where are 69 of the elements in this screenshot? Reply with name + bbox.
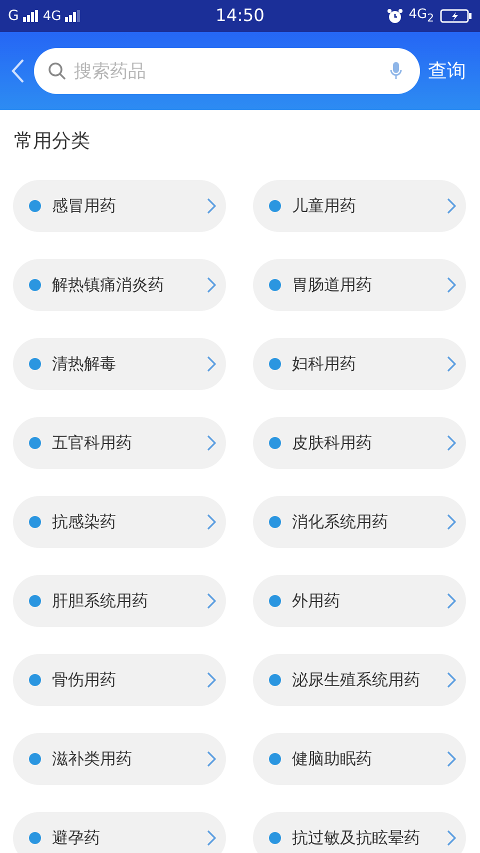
search-icon — [48, 62, 66, 80]
bullet-icon — [269, 674, 281, 686]
bullet-icon — [29, 674, 41, 686]
bullet-icon — [269, 595, 281, 607]
category-item[interactable]: 抗过敏及抗眩晕药 — [253, 812, 466, 853]
chevron-right-icon — [207, 514, 216, 530]
category-item[interactable]: 五官科用药 — [13, 417, 226, 469]
chevron-right-icon — [207, 593, 216, 609]
chevron-right-icon — [207, 751, 216, 767]
bullet-icon — [29, 753, 41, 765]
category-item[interactable]: 感冒用药 — [13, 180, 226, 232]
chevron-right-icon — [207, 830, 216, 846]
chevron-right-icon — [207, 277, 216, 293]
alarm-icon — [386, 8, 403, 24]
category-item[interactable]: 消化系统用药 — [253, 496, 466, 548]
category-item[interactable]: 滋补类用药 — [13, 733, 226, 785]
category-item[interactable]: 肝胆系统用药 — [13, 575, 226, 627]
bullet-icon — [269, 832, 281, 844]
chevron-right-icon — [207, 198, 216, 214]
network-label: 4G — [42, 8, 62, 24]
bullet-icon — [29, 358, 41, 370]
bullet-icon — [269, 753, 281, 765]
chevron-right-icon — [447, 198, 456, 214]
chevron-right-icon — [447, 830, 456, 846]
signal-icon — [22, 10, 39, 22]
chevron-right-icon — [447, 277, 456, 293]
bullet-icon — [29, 595, 41, 607]
category-item[interactable]: 外用药 — [253, 575, 466, 627]
bullet-icon — [29, 200, 41, 212]
bullet-icon — [29, 437, 41, 449]
category-item[interactable]: 抗感染药 — [13, 496, 226, 548]
chevron-right-icon — [447, 593, 456, 609]
category-item[interactable]: 骨伤用药 — [13, 654, 226, 706]
battery-icon — [440, 9, 472, 23]
category-item[interactable]: 健脑助眠药 — [253, 733, 466, 785]
chevron-right-icon — [447, 672, 456, 688]
chevron-right-icon — [207, 672, 216, 688]
bullet-icon — [29, 279, 41, 291]
category-item[interactable]: 妇科用药 — [253, 338, 466, 390]
bullet-icon — [29, 832, 41, 844]
category-item[interactable]: 泌尿生殖系统用药 — [253, 654, 466, 706]
back-button[interactable] — [10, 58, 26, 84]
microphone-icon[interactable] — [390, 61, 402, 81]
bullet-icon — [269, 437, 281, 449]
network-label: 4G$_{2}$ — [408, 7, 434, 25]
section-title: 常用分类 — [13, 129, 91, 154]
chevron-right-icon — [207, 356, 216, 372]
bullet-icon — [269, 279, 281, 291]
category-item[interactable]: 皮肤科用药 — [253, 417, 466, 469]
chevron-right-icon — [207, 435, 216, 451]
bullet-icon — [269, 358, 281, 370]
chevron-right-icon — [447, 514, 456, 530]
category-item[interactable]: 儿童用药 — [253, 180, 466, 232]
chevron-right-icon — [447, 435, 456, 451]
bullet-icon — [29, 516, 41, 528]
search-field[interactable]: 搜索药品 — [72, 60, 384, 82]
category-item[interactable]: 避孕药 — [13, 812, 226, 853]
chevron-right-icon — [447, 751, 456, 767]
signal-icon — [65, 10, 82, 22]
chevron-right-icon — [447, 356, 456, 372]
category-item[interactable]: 解热镇痛消炎药 — [13, 259, 226, 311]
category-item[interactable]: 胃肠道用药 — [253, 259, 466, 311]
carrier-label: G — [8, 8, 19, 24]
clock-time: 14:50 — [216, 6, 264, 26]
category-item[interactable]: 清热解毒 — [13, 338, 226, 390]
search-button[interactable]: 查询 — [428, 58, 466, 84]
search-bar[interactable]: 搜索药品 — [34, 48, 420, 94]
bullet-icon — [269, 200, 281, 212]
bullet-icon — [269, 516, 281, 528]
